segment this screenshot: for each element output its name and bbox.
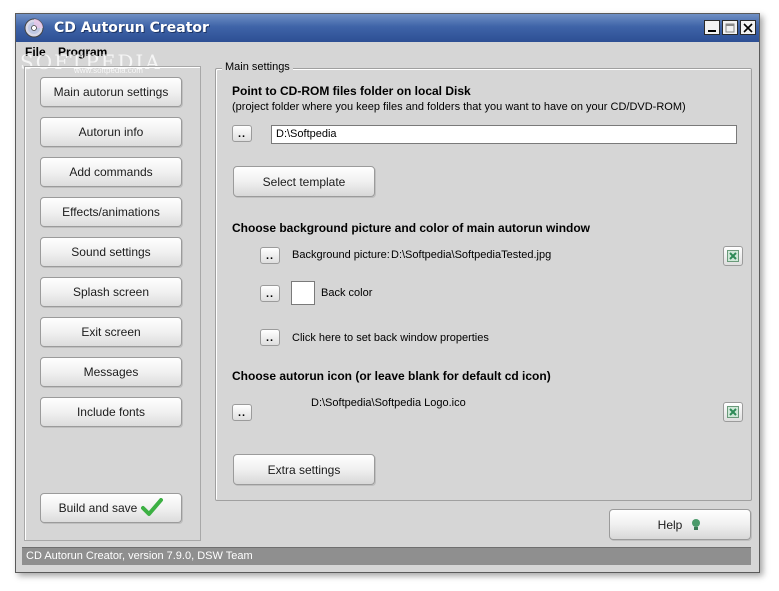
nav-effects-animations[interactable]: Effects/animations	[40, 197, 182, 227]
choose-back-color-button[interactable]: ..	[260, 285, 280, 302]
status-bar: CD Autorun Creator, version 7.9.0, DSW T…	[22, 547, 751, 565]
build-and-save-button[interactable]: Build and save	[40, 493, 182, 523]
nav-sound-settings[interactable]: Sound settings	[40, 237, 182, 267]
browse-folder-button[interactable]: ..	[232, 125, 252, 142]
clear-background-button[interactable]	[723, 246, 743, 266]
check-icon	[141, 498, 164, 516]
back-color-swatch[interactable]	[291, 281, 315, 305]
browse-dots-icon: ..	[265, 287, 275, 300]
menu-file[interactable]: File	[25, 45, 46, 59]
lightbulb-icon	[692, 518, 701, 530]
icon-path: D:\Softpedia\Softpedia Logo.ico	[311, 397, 466, 409]
nav-main-autorun-settings[interactable]: Main autorun settings	[40, 77, 182, 107]
nav-autorun-info[interactable]: Autorun info	[40, 117, 182, 147]
background-section-title: Choose background picture and color of m…	[232, 221, 591, 235]
maximize-icon	[725, 23, 735, 33]
clear-icon	[727, 406, 739, 418]
build-and-save-label: Build and save	[58, 501, 138, 515]
nav-include-fonts[interactable]: Include fonts	[40, 397, 182, 427]
back-color-label: Back color	[321, 287, 373, 299]
menu-bar: File Program	[16, 42, 759, 62]
close-icon	[743, 23, 753, 33]
folder-section-title: Point to CD-ROM files folder on local Di…	[232, 84, 471, 98]
close-button[interactable]	[740, 20, 756, 35]
menu-program[interactable]: Program	[58, 45, 107, 59]
browse-dots-icon: ..	[265, 331, 275, 344]
nav-add-commands[interactable]: Add commands	[40, 157, 182, 187]
browse-dots-icon: ..	[237, 406, 247, 419]
extra-settings-button[interactable]: Extra settings	[233, 454, 375, 485]
title-bar[interactable]: CD Autorun Creator	[16, 14, 759, 42]
nav-splash-screen[interactable]: Splash screen	[40, 277, 182, 307]
clear-icon	[727, 250, 739, 262]
select-template-button[interactable]: Select template	[233, 166, 375, 197]
icon-section-title: Choose autorun icon (or leave blank for …	[232, 369, 551, 383]
nav-messages[interactable]: Messages	[40, 357, 182, 387]
browse-icon-button[interactable]: ..	[232, 404, 252, 421]
folder-path-input[interactable]: D:\Softpedia	[271, 125, 737, 144]
background-picture-path: D:\Softpedia\SoftpediaTested.jpg	[391, 249, 552, 261]
window-properties-label[interactable]: Click here to set back window properties	[292, 332, 489, 344]
window-title: CD Autorun Creator	[54, 20, 209, 36]
main-settings-label: Main settings	[222, 61, 293, 73]
help-button[interactable]: Help	[609, 509, 751, 540]
browse-background-button[interactable]: ..	[260, 247, 280, 264]
maximize-button[interactable]	[722, 20, 738, 35]
minimize-icon	[708, 30, 716, 32]
nav-exit-screen[interactable]: Exit screen	[40, 317, 182, 347]
cd-icon	[24, 18, 44, 38]
browse-dots-icon: ..	[265, 249, 275, 262]
clear-icon-button[interactable]	[723, 402, 743, 422]
folder-hint: (project folder where you keep files and…	[232, 101, 686, 113]
help-label: Help	[657, 517, 683, 532]
window-properties-button[interactable]: ..	[260, 329, 280, 346]
background-picture-label: Background picture:	[292, 249, 390, 261]
browse-dots-icon: ..	[237, 127, 247, 140]
minimize-button[interactable]	[704, 20, 720, 35]
app-window: CD Autorun Creator File Program SOFTPEDI…	[15, 13, 760, 573]
